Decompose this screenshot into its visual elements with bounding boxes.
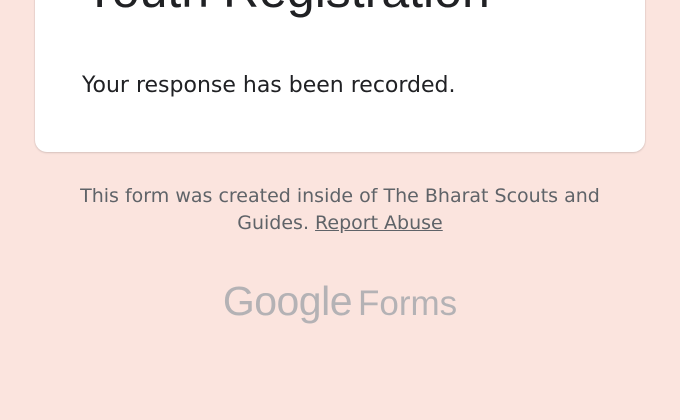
- google-forms-logo[interactable]: Google Forms: [0, 278, 680, 325]
- form-origin-note: This form was created inside of The Bhar…: [0, 183, 680, 237]
- form-origin-text-continued: Guides. Report Abuse: [0, 210, 680, 237]
- form-origin-text: This form was created inside of The Bhar…: [80, 185, 600, 207]
- confirmation-message: Your response has been recorded.: [82, 73, 456, 98]
- google-wordmark: Google: [222, 278, 353, 324]
- form-title: Youth Registration: [83, 0, 490, 20]
- confirmation-card: Youth Registration Your response has bee…: [35, 0, 645, 152]
- forms-wordmark: Forms: [358, 284, 458, 323]
- form-origin-text-end: Guides.: [237, 212, 309, 234]
- report-abuse-link[interactable]: Report Abuse: [315, 212, 443, 234]
